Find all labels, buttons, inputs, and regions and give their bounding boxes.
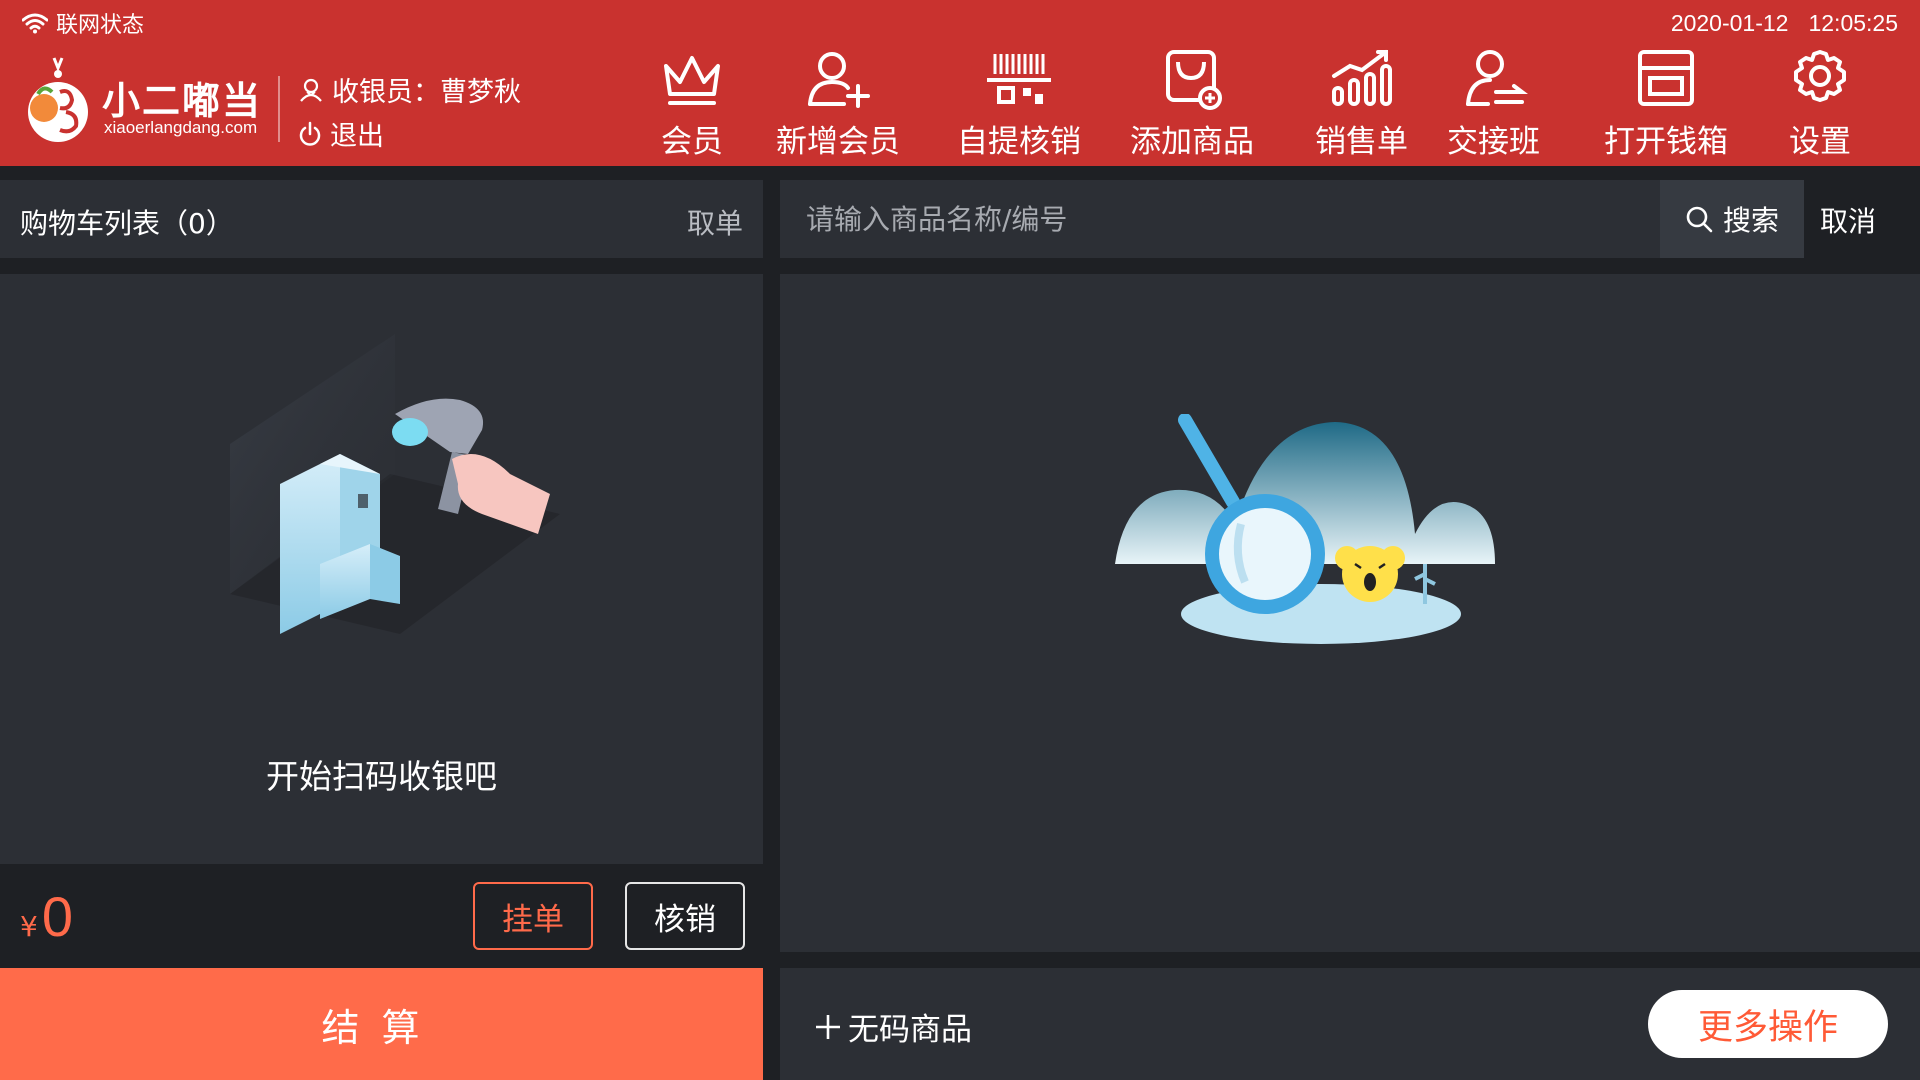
- more-operations-button[interactable]: 更多操作: [1648, 990, 1888, 1058]
- currency-symbol: ¥: [20, 910, 38, 943]
- brand-url: xiaoerlangdang.com: [104, 118, 258, 137]
- network-status-label: 联网状态: [56, 13, 145, 38]
- nav-shift-handover-label: 交接班: [1447, 124, 1540, 160]
- cart-footer: ¥ 0 挂单 核销: [0, 864, 763, 968]
- search-button[interactable]: 搜索: [1660, 180, 1804, 258]
- nav-sales-order-label: 销售单: [1315, 124, 1408, 160]
- cash-drawer-icon: [1638, 50, 1694, 106]
- top-header: 联网状态 2020-01-12 12:05:25 小二嘟当 xiaoerlang…: [0, 0, 1920, 166]
- nav-settings[interactable]: 设置: [1786, 48, 1854, 161]
- nav-open-cash-drawer-label: 打开钱箱: [1604, 124, 1728, 160]
- brand: 小二嘟当 xiaoerlangdang.com: [18, 50, 268, 150]
- verify-button[interactable]: 核销: [625, 882, 745, 950]
- logout-button[interactable]: 退出: [298, 114, 384, 153]
- cashier-label: 收银员：曹梦秋: [332, 77, 521, 108]
- cart-total: ¥ 0: [20, 884, 73, 949]
- cart-header: 购物车列表（0） 取单: [0, 180, 763, 258]
- search-bar: 搜索: [780, 180, 1804, 258]
- network-status: 联网状态: [22, 8, 144, 38]
- brand-name: 小二嘟当: [102, 79, 263, 123]
- crown-icon: [664, 56, 720, 105]
- nav-add-product-label: 添加商品: [1130, 124, 1254, 160]
- nav-sales-order[interactable]: 销售单: [1315, 48, 1408, 161]
- barcode-scanner-illustration: [230, 334, 560, 634]
- plus-icon: [816, 1014, 840, 1039]
- cancel-order-button[interactable]: 取单: [687, 202, 743, 242]
- bottom-action-bar: 无码商品 更多操作: [780, 968, 1920, 1080]
- gear-icon: [1794, 50, 1846, 102]
- nav-add-product[interactable]: 添加商品: [1130, 48, 1254, 161]
- brand-logo-icon: [28, 57, 88, 142]
- cancel-search-button[interactable]: 取消: [1820, 200, 1876, 240]
- search-results-area: [780, 274, 1920, 952]
- checkout-button[interactable]: 结算: [0, 968, 763, 1080]
- current-time: 12:05:25: [1808, 9, 1898, 36]
- power-icon: [299, 121, 321, 146]
- nav-self-pickup[interactable]: 自提核销: [957, 48, 1081, 161]
- search-icon: [1686, 206, 1713, 233]
- total-amount: 0: [41, 885, 73, 948]
- nav-open-cash-drawer[interactable]: 打开钱箱: [1604, 48, 1728, 161]
- nav-shift-handover[interactable]: 交接班: [1447, 48, 1540, 161]
- barcode-icon: [987, 54, 1051, 104]
- add-product-icon: [1166, 50, 1222, 110]
- wifi-icon: [22, 13, 48, 34]
- sales-chart-icon: [1331, 50, 1392, 106]
- logout-label: 退出: [330, 121, 384, 152]
- cart-body: 开始扫码收银吧: [0, 274, 763, 864]
- search-input[interactable]: [780, 180, 1660, 258]
- cashier-icon: [300, 78, 322, 102]
- nav-settings-label: 设置: [1789, 124, 1851, 160]
- nav-new-member-label: 新增会员: [776, 124, 900, 160]
- nav-member-label: 会员: [661, 124, 723, 160]
- cashier-info: 收银员：曹梦秋: [298, 70, 521, 109]
- handover-user-icon: [1465, 50, 1528, 106]
- current-date: 2020-01-12: [1670, 9, 1789, 36]
- brand-divider: [278, 76, 280, 142]
- cart-empty-message: 开始扫码收银吧: [266, 757, 497, 796]
- hold-order-button[interactable]: 挂单: [473, 882, 593, 950]
- datetime: 2020-01-12 12:05:25: [1671, 8, 1898, 38]
- nav-member[interactable]: 会员: [658, 48, 726, 161]
- add-user-icon: [808, 52, 870, 108]
- empty-search-illustration: [1115, 414, 1495, 644]
- no-code-product-button[interactable]: 无码商品: [814, 1004, 972, 1049]
- no-code-product-label: 无码商品: [848, 1012, 972, 1048]
- search-button-label: 搜索: [1722, 204, 1779, 237]
- cart-title: 购物车列表（0）: [20, 207, 234, 240]
- nav-self-pickup-label: 自提核销: [957, 124, 1081, 160]
- nav-new-member[interactable]: 新增会员: [776, 48, 900, 161]
